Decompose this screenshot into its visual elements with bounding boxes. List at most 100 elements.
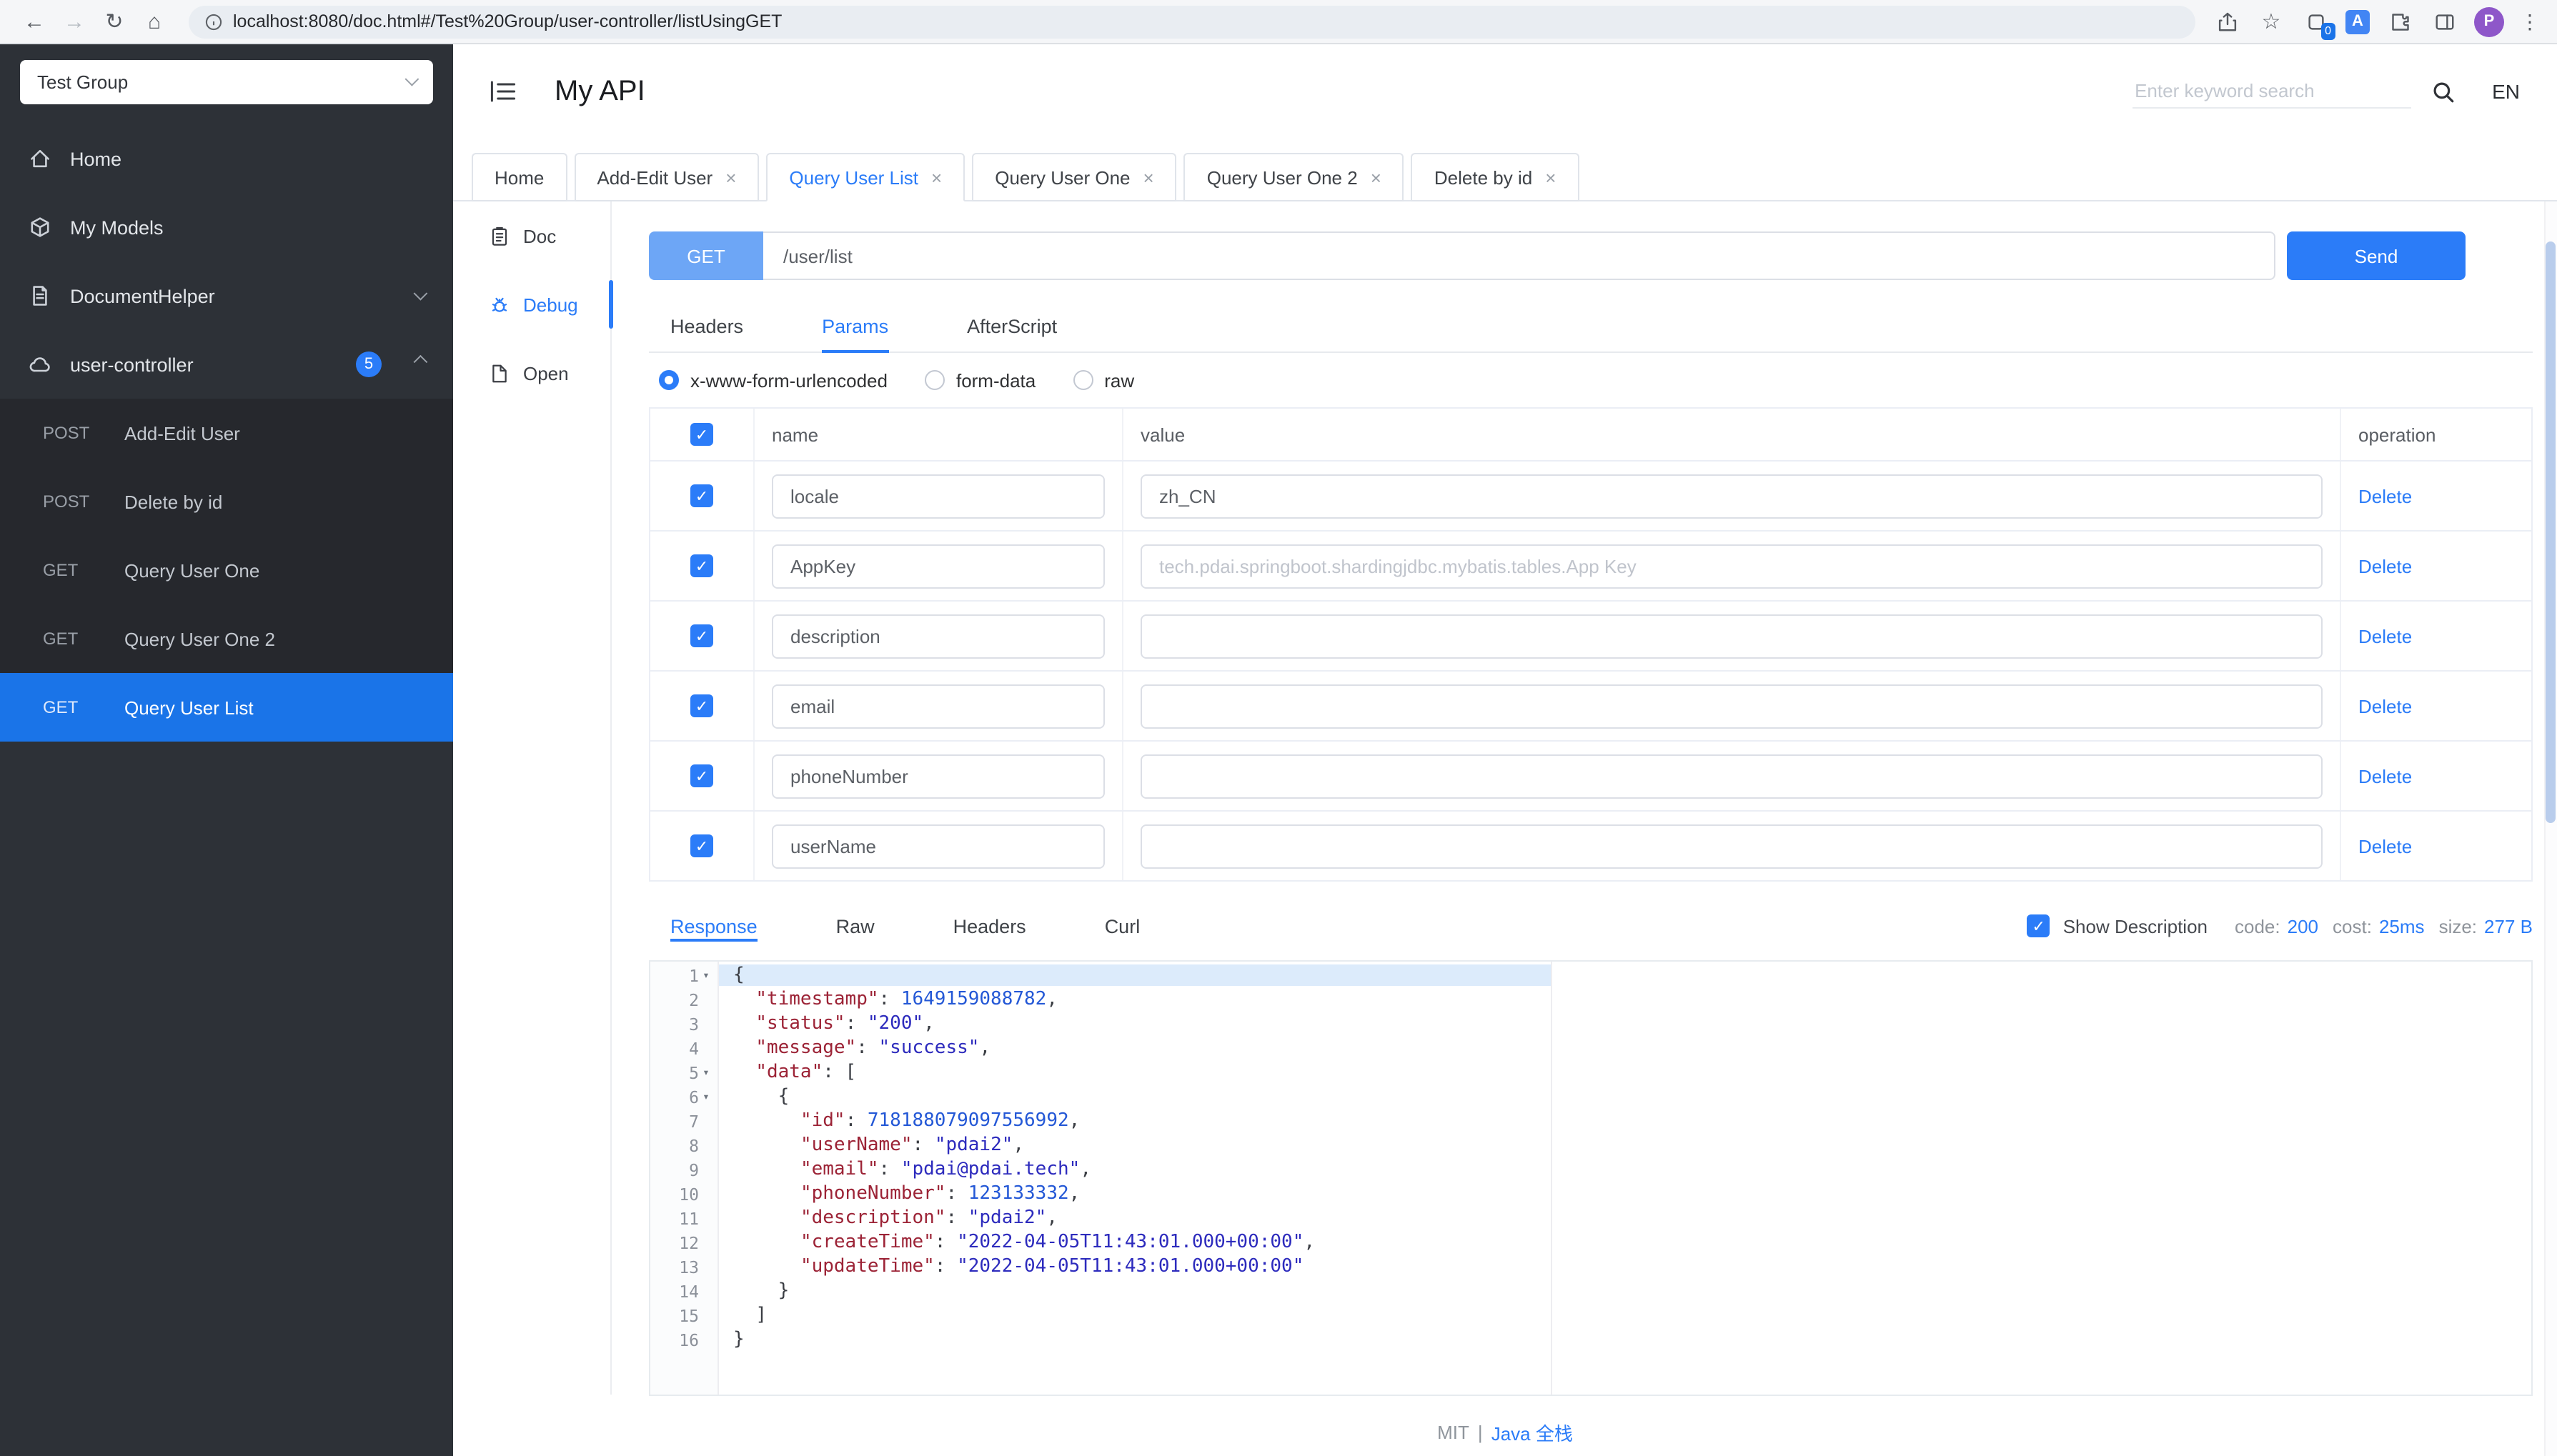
- http-method-button[interactable]: GET: [649, 231, 763, 280]
- forward-icon[interactable]: →: [57, 4, 91, 39]
- param-value-input[interactable]: [1141, 614, 2323, 658]
- nav-item-doc[interactable]: Doc: [453, 201, 610, 270]
- response-stats: code: 200 cost: 25ms size: 277 B: [2220, 915, 2533, 937]
- extension-icon[interactable]: 0: [2301, 7, 2335, 40]
- tab-delete-by-id[interactable]: Delete by id ×: [1411, 153, 1579, 201]
- row-checkbox-cell: [650, 462, 755, 530]
- body-type-x-www-form-urlencoded[interactable]: x-www-form-urlencoded: [659, 369, 888, 391]
- back-icon[interactable]: ←: [17, 4, 51, 39]
- group-selector[interactable]: Test Group: [20, 60, 433, 104]
- sidebar-item-user-controller[interactable]: user-controller 5: [0, 330, 453, 399]
- delete-link[interactable]: Delete: [2358, 695, 2412, 717]
- tab-add-edit-user[interactable]: Add-Edit User ×: [574, 153, 760, 201]
- body-type-form-data[interactable]: form-data: [924, 369, 1036, 391]
- close-tab-icon[interactable]: ×: [725, 168, 736, 186]
- request-tab-params[interactable]: Params: [822, 301, 888, 353]
- row-checkbox[interactable]: [690, 834, 713, 857]
- share-icon[interactable]: [2213, 7, 2241, 36]
- tab-query-user-one-2[interactable]: Query User One 2 ×: [1183, 153, 1404, 201]
- nav-item-open[interactable]: Open: [453, 339, 610, 407]
- endpoint-query-user-one[interactable]: GET Query User One: [0, 536, 453, 604]
- row-checkbox[interactable]: [690, 624, 713, 647]
- param-name-input[interactable]: [772, 684, 1105, 728]
- bookmark-star-icon[interactable]: ☆: [2257, 7, 2285, 36]
- delete-link[interactable]: Delete: [2358, 765, 2412, 787]
- sidebar-item-home[interactable]: Home: [0, 124, 453, 193]
- row-checkbox[interactable]: [690, 484, 713, 507]
- tab-query-user-one[interactable]: Query User One ×: [972, 153, 1177, 201]
- json-line: 14 }: [650, 1279, 2531, 1303]
- footer-link[interactable]: Java 全栈: [1491, 1418, 1573, 1445]
- tab-query-user-list[interactable]: Query User List ×: [766, 153, 965, 201]
- delete-link[interactable]: Delete: [2358, 485, 2412, 507]
- browser-menu-icon[interactable]: ⋮: [2520, 9, 2540, 34]
- models-icon: [29, 216, 51, 239]
- close-tab-icon[interactable]: ×: [1371, 168, 1381, 186]
- translate-icon[interactable]: A: [2345, 9, 2370, 34]
- sidebar-item-documenthelper[interactable]: DocumentHelper: [0, 261, 453, 330]
- profile-avatar[interactable]: P: [2474, 6, 2504, 36]
- response-tab-raw[interactable]: Raw: [836, 907, 875, 944]
- param-name-input[interactable]: [772, 544, 1105, 588]
- close-tab-icon[interactable]: ×: [1143, 168, 1154, 186]
- home-icon[interactable]: ⌂: [137, 4, 172, 39]
- scrollbar-thumb[interactable]: [2546, 241, 2556, 823]
- search-input[interactable]: [2132, 74, 2411, 109]
- collapse-menu-icon[interactable]: [490, 80, 516, 103]
- endpoint-delete-by-id[interactable]: POST Delete by id: [0, 467, 453, 536]
- response-tab-curl[interactable]: Curl: [1105, 907, 1141, 944]
- site-info-icon[interactable]: [204, 12, 223, 31]
- param-value-input[interactable]: [1141, 824, 2323, 868]
- delete-link[interactable]: Delete: [2358, 625, 2412, 647]
- sidebar-item-my-models[interactable]: My Models: [0, 193, 453, 261]
- side-panel-icon[interactable]: [2430, 7, 2458, 36]
- send-button[interactable]: Send: [2287, 231, 2466, 280]
- close-tab-icon[interactable]: ×: [1545, 168, 1556, 186]
- scrollbar-track[interactable]: [2544, 201, 2557, 1456]
- collapse-caret-icon[interactable]: ▾: [699, 969, 713, 982]
- param-value-input[interactable]: [1141, 544, 2323, 588]
- delete-link[interactable]: Delete: [2358, 555, 2412, 577]
- endpoint-add-edit-user[interactable]: POST Add-Edit User: [0, 399, 453, 467]
- row-checkbox[interactable]: [690, 554, 713, 577]
- json-line: 8 "userName": "pdai2",: [650, 1133, 2531, 1157]
- tab-home[interactable]: Home: [472, 153, 567, 201]
- request-url-input[interactable]: [763, 231, 2275, 280]
- delete-link[interactable]: Delete: [2358, 835, 2412, 857]
- row-checkbox-cell: [650, 812, 755, 880]
- select-all-checkbox[interactable]: [690, 423, 713, 446]
- row-checkbox[interactable]: [690, 694, 713, 717]
- response-stat-cost: cost: 25ms: [2333, 915, 2425, 937]
- param-name-input[interactable]: [772, 754, 1105, 798]
- row-checkbox[interactable]: [690, 764, 713, 787]
- param-name-input[interactable]: [772, 824, 1105, 868]
- param-row-appkey: Delete: [650, 532, 2531, 602]
- param-name-input[interactable]: [772, 474, 1105, 518]
- show-description-checkbox[interactable]: [2027, 914, 2050, 937]
- close-tab-icon[interactable]: ×: [931, 168, 942, 186]
- request-tab-headers[interactable]: Headers: [670, 301, 743, 351]
- param-value-input[interactable]: [1141, 474, 2323, 518]
- request-tab-afterscript[interactable]: AfterScript: [967, 301, 1057, 351]
- search-icon[interactable]: [2431, 79, 2455, 104]
- param-value-input[interactable]: [1141, 684, 2323, 728]
- param-name-input[interactable]: [772, 614, 1105, 658]
- response-tab-headers[interactable]: Headers: [953, 907, 1026, 944]
- browser-toolbar: ← → ↻ ⌂ localhost:8080/doc.html#/Test%20…: [0, 0, 2557, 44]
- json-line: 5 ▾ "data": [: [650, 1060, 2531, 1084]
- extensions-puzzle-icon[interactable]: [2385, 7, 2414, 36]
- response-tab-response[interactable]: Response: [670, 907, 758, 944]
- collapse-caret-icon[interactable]: ▾: [699, 1066, 713, 1079]
- body-type-raw[interactable]: raw: [1073, 369, 1134, 391]
- endpoint-query-user-list[interactable]: GET Query User List: [0, 673, 453, 742]
- column-header-label: operation: [2358, 424, 2436, 445]
- nav-item-debug[interactable]: Debug: [453, 270, 613, 339]
- param-value-input[interactable]: [1141, 754, 2323, 798]
- endpoint-query-user-one-2[interactable]: GET Query User One 2: [0, 604, 453, 673]
- collapse-caret-icon[interactable]: ▾: [699, 1090, 713, 1103]
- reload-icon[interactable]: ↻: [97, 4, 131, 39]
- param-row-phonenumber: Delete: [650, 742, 2531, 812]
- language-switcher[interactable]: EN: [2492, 80, 2520, 103]
- address-bar[interactable]: localhost:8080/doc.html#/Test%20Group/us…: [189, 5, 2195, 38]
- column-header-name: name: [755, 409, 1123, 460]
